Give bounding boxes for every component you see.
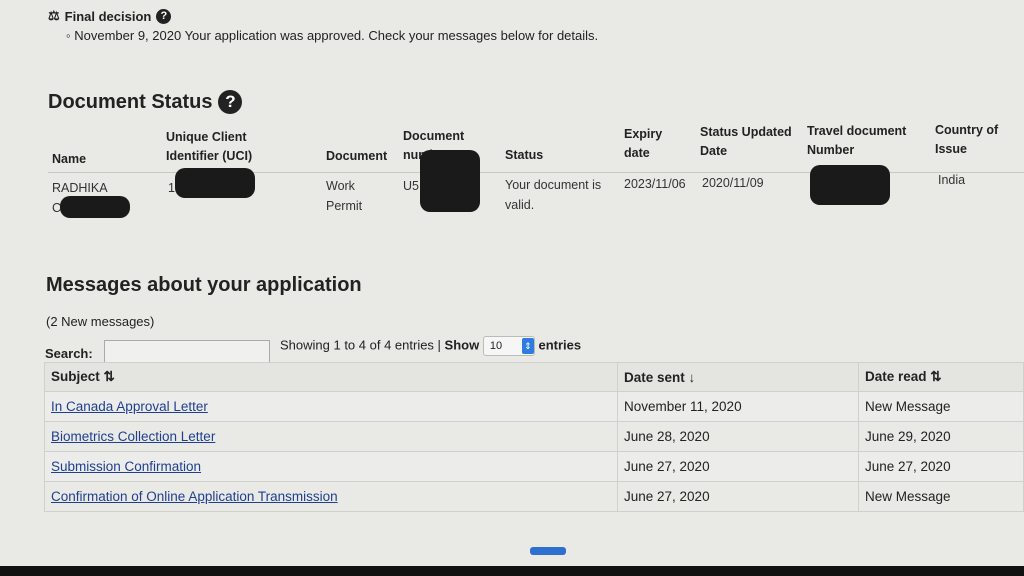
cell-subject: Biometrics Collection Letter <box>44 421 618 452</box>
showing-entries: Showing 1 to 4 of 4 entries <box>280 337 434 353</box>
entries-value: 10 <box>489 340 503 352</box>
message-link[interactable]: Biometrics Collection Letter <box>51 429 215 444</box>
header-date-read[interactable]: Date read ⇅ <box>858 362 1024 392</box>
chevron-updown-icon: ⇕ <box>521 338 534 354</box>
table-row: Confirmation of Online Application Trans… <box>44 481 1024 512</box>
header-expiry: Expiry date <box>624 127 663 160</box>
redaction <box>420 150 480 212</box>
header-uci: Unique Client Identifier (UCI) <box>166 130 253 163</box>
header-country: Country of Issue <box>935 123 999 156</box>
cell-subject: Submission Confirmation <box>44 451 618 482</box>
decision-message: November 9, 2020 Your application was ap… <box>74 28 599 43</box>
cell-country: India <box>938 173 966 187</box>
document-status-heading: Document Status? <box>48 90 243 114</box>
entries-label: entries <box>538 337 582 353</box>
cell-subject: In Canada Approval Letter <box>44 391 618 422</box>
cell-date-sent: June 27, 2020 <box>617 481 859 512</box>
header-travel-doc: Travel document Number <box>807 124 907 157</box>
table-row: Biometrics Collection Letter June 28, 202… <box>44 421 1024 452</box>
cell-date-read: June 29, 2020 <box>858 421 1024 452</box>
header-subject[interactable]: Subject ⇅ <box>44 362 618 392</box>
table-row: In Canada Approval Letter November 11, 20… <box>44 391 1024 422</box>
final-decision-heading: ⚖ Final decision ? <box>48 8 172 24</box>
redaction <box>810 165 890 205</box>
cell-name: RADHIKA <box>52 181 108 195</box>
final-decision-title: Final decision <box>64 8 152 24</box>
new-messages-count: (2 New messages) <box>46 314 155 329</box>
cell-date-read: New Message <box>858 481 1024 512</box>
header-status-updated: Status Updated Date <box>700 125 792 158</box>
cell-document: Work Permit <box>326 179 363 213</box>
cell-date-read: New Message <box>858 391 1024 422</box>
redaction <box>60 196 130 218</box>
cell-date-sent: June 28, 2020 <box>617 421 859 452</box>
help-icon[interactable]: ? <box>218 90 243 114</box>
table-info: Showing 1 to 4 of 4 entries | Show 10 ⇕ e… <box>280 336 581 356</box>
cell-date-sent: June 27, 2020 <box>617 451 859 482</box>
show-label: Show <box>444 337 480 353</box>
messages-table: Subject ⇅ Date sent ↓ Date read ⇅ In Can… <box>44 362 1024 512</box>
search-label: Search: <box>45 346 93 361</box>
redaction <box>175 168 255 198</box>
section-title: Document Status <box>48 90 213 113</box>
cell-date-sent: November 11, 2020 <box>617 391 859 422</box>
message-link[interactable]: Confirmation of Online Application Trans… <box>51 489 338 504</box>
cell-status-updated: 2020/11/09 <box>702 176 764 190</box>
cell-date-read: June 27, 2020 <box>858 451 1024 482</box>
header-date-sent[interactable]: Date sent ↓ <box>617 362 859 392</box>
message-link[interactable]: Submission Confirmation <box>51 459 201 474</box>
header-status: Status <box>505 148 544 162</box>
cell-uci: 1 <box>168 181 175 195</box>
help-icon[interactable]: ? <box>156 8 172 24</box>
cell-status: Your document is valid. <box>505 178 602 212</box>
entries-select[interactable]: 10 ⇕ <box>482 336 535 356</box>
header-name: Name <box>52 152 87 166</box>
screen-bezel <box>0 566 1024 576</box>
cell-document-number: U5 <box>403 179 419 193</box>
messages-heading: Messages about your application <box>46 274 362 297</box>
cell-subject: Confirmation of Online Application Trans… <box>44 481 618 512</box>
table-row: Submission Confirmation June 27, 2020 June… <box>44 451 1024 482</box>
scales-icon: ⚖ <box>48 8 60 23</box>
cell-expiry: 2023/11/06 <box>624 177 686 191</box>
header-document: Document <box>326 149 388 163</box>
message-link[interactable]: In Canada Approval Letter <box>51 399 208 414</box>
section-title: Messages about your application <box>46 274 362 296</box>
final-decision-text: ◦ November 9, 2020 Your application was … <box>66 28 599 43</box>
scroll-indicator[interactable] <box>530 547 566 555</box>
